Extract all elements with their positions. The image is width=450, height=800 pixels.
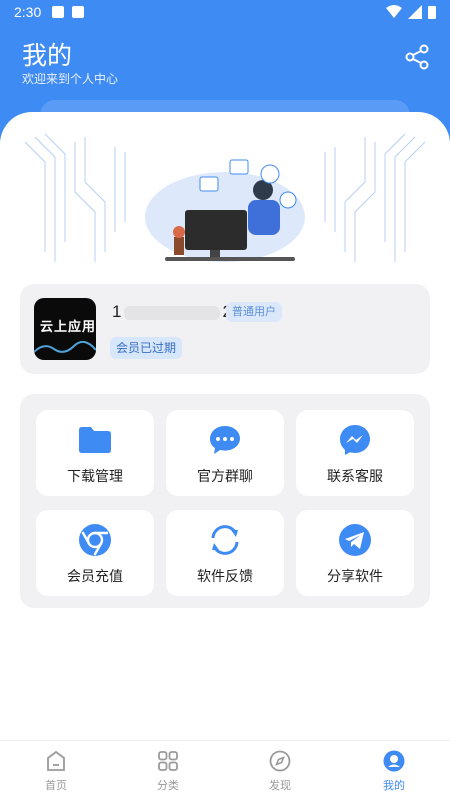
messenger-icon [340, 425, 370, 455]
user-card[interactable]: 云上应用 12 普通用户 会员已过期 [20, 284, 430, 374]
battery-icon [428, 6, 436, 19]
folder-icon [79, 427, 111, 453]
menu-grid: 下载管理 官方群聊 联系客服 会员充值 软件反馈 分享软件 [20, 394, 430, 608]
download-manager-button[interactable]: 下载管理 [36, 410, 154, 496]
software-feedback-button[interactable]: 软件反馈 [166, 510, 284, 596]
user-id-redacted [124, 305, 221, 320]
official-group-chat-button[interactable]: 官方群聊 [166, 410, 284, 496]
status-bar: 2:30 [0, 0, 450, 26]
bottom-tab-bar: 首页 分类 发现 我的 [0, 740, 450, 800]
compass-icon [269, 750, 291, 772]
status-time: 2:30 [14, 4, 42, 20]
avatar: 云上应用 [34, 298, 96, 360]
contact-support-label: 联系客服 [327, 469, 383, 485]
user-level-badge: 普通用户 [226, 302, 282, 322]
membership-recharge-button[interactable]: 会员充值 [36, 510, 154, 596]
tab-category[interactable]: 分类 [128, 749, 208, 799]
tab-home[interactable]: 首页 [16, 749, 96, 799]
avatar-logo-text: 云上应用 [40, 320, 96, 335]
membership-status-badge: 会员已过期 [110, 337, 183, 359]
membership-recharge-label: 会员充值 [67, 569, 123, 585]
refresh-icon [211, 525, 239, 555]
official-group-chat-label: 官方群聊 [197, 469, 253, 485]
content-sheet: 云上应用 12 普通用户 会员已过期 下载管理 官方群聊 联系客服 会员充值 软… [0, 112, 450, 742]
contact-support-button[interactable]: 联系客服 [296, 410, 414, 496]
profile-icon [383, 750, 405, 772]
user-id-prefix: 1 [112, 302, 123, 321]
page-title: 我的 [22, 41, 73, 70]
tab-category-label: 分类 [157, 779, 179, 792]
tab-discover[interactable]: 发现 [240, 749, 320, 799]
telegram-icon [339, 524, 371, 556]
tab-mine-label: 我的 [383, 779, 405, 792]
tab-discover-label: 发现 [269, 779, 291, 792]
chat-bubble-icon [210, 426, 240, 454]
share-icon[interactable] [404, 44, 430, 70]
signal-icon [408, 5, 422, 19]
user-id: 12 [112, 302, 233, 322]
support-illustration [24, 133, 426, 262]
app-notification-icon [72, 6, 84, 18]
avatar-wave-graphic [34, 340, 96, 353]
share-app-label: 分享软件 [327, 569, 383, 585]
download-manager-label: 下载管理 [67, 469, 123, 485]
tab-home-label: 首页 [45, 779, 67, 792]
system-icons [386, 5, 436, 19]
chrome-icon [79, 524, 111, 556]
page-subtitle: 欢迎来到个人中心 [22, 72, 119, 86]
software-feedback-label: 软件反馈 [197, 569, 253, 585]
grid-icon [158, 751, 178, 771]
home-icon [47, 750, 65, 771]
image-notification-icon [52, 6, 64, 18]
share-app-button[interactable]: 分享软件 [296, 510, 414, 596]
tab-mine[interactable]: 我的 [354, 749, 434, 799]
notification-icons [52, 6, 84, 18]
wifi-icon [386, 5, 402, 18]
